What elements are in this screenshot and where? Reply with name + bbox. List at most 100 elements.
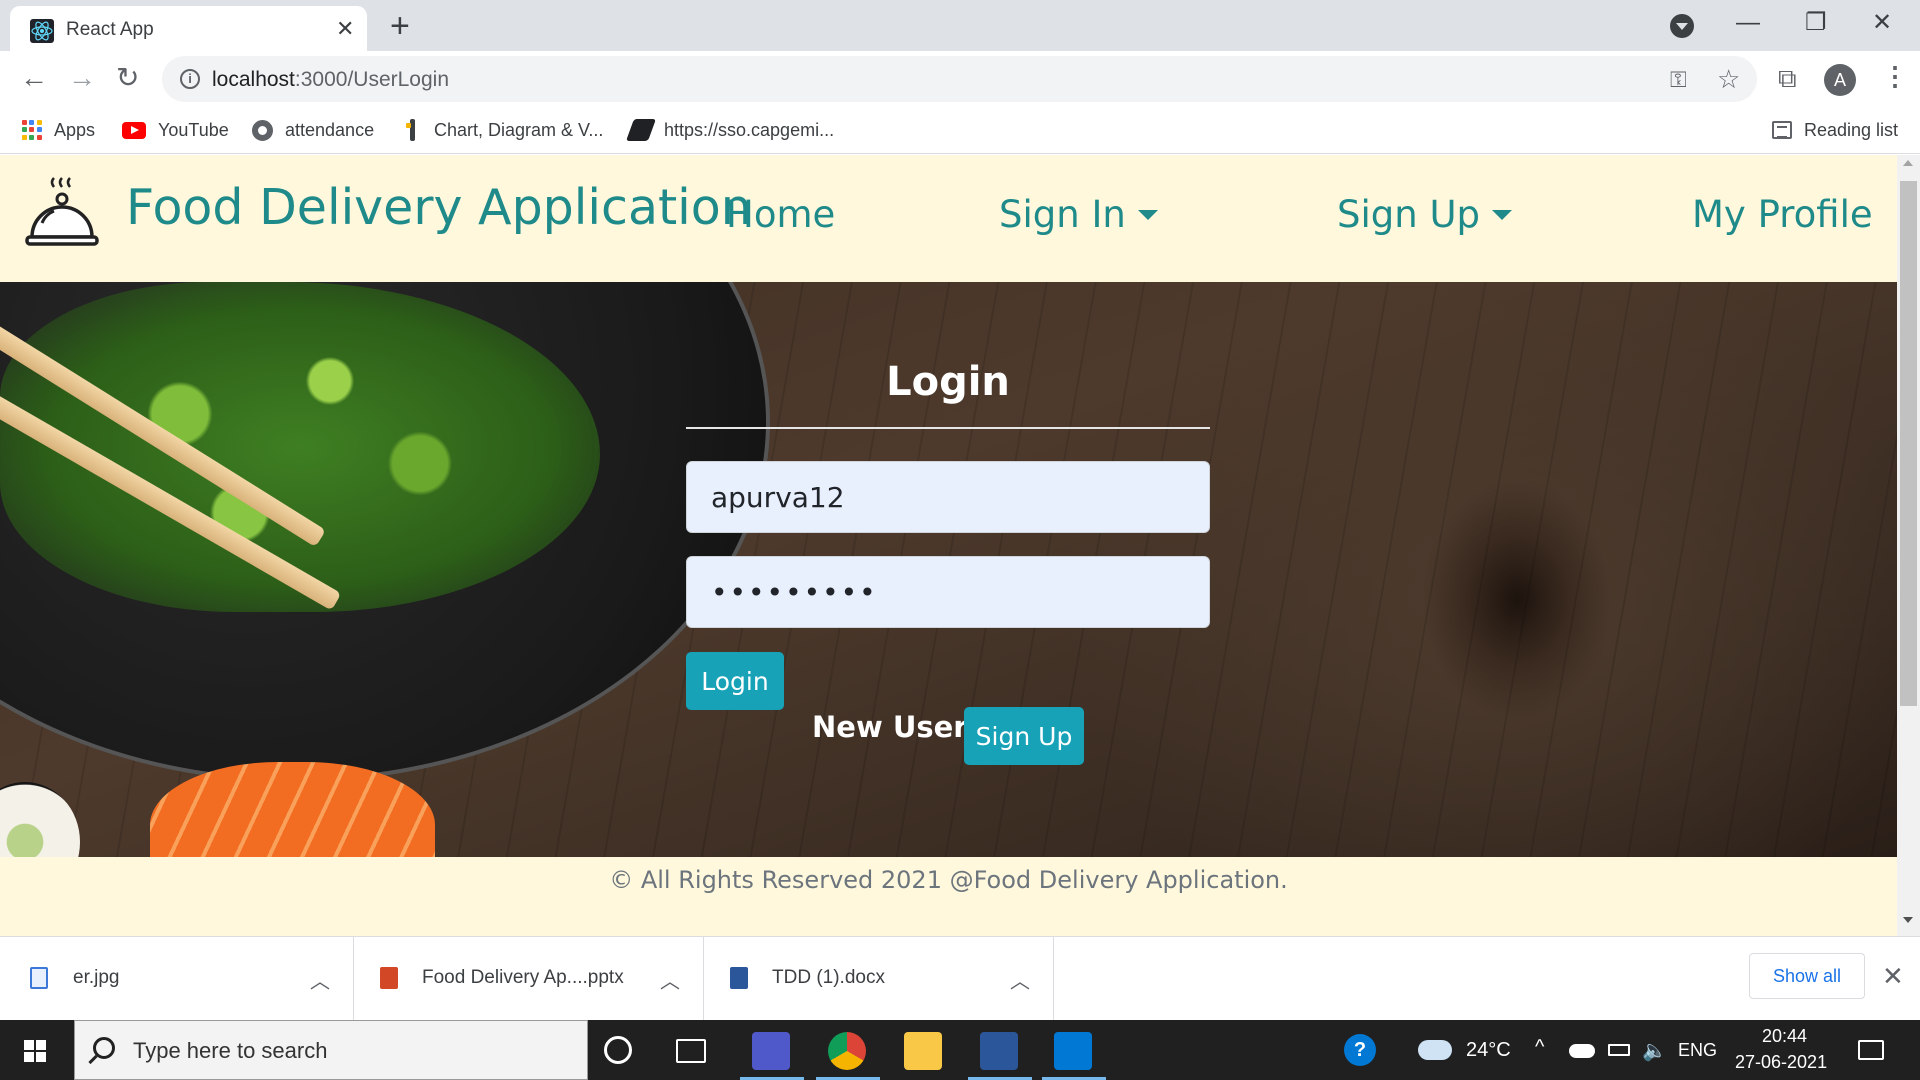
minimize-icon[interactable]: — [1736, 8, 1760, 38]
vscode-icon[interactable] [1054, 1032, 1092, 1070]
login-heading: Login [886, 359, 1010, 405]
page-viewport: Food Delivery Application Home Sign In S… [0, 155, 1897, 936]
bookmark-label: YouTube [158, 119, 229, 140]
windows-taskbar: Type here to search ? 24°C ^ 🔈 ENG 20:44… [0, 1020, 1920, 1080]
nav-sign-in-label: Sign In [999, 193, 1126, 236]
globe-icon [252, 119, 273, 141]
window-close-icon[interactable]: ✕ [1872, 8, 1892, 38]
chrome-menu-icon[interactable]: ⋮ [1882, 61, 1908, 92]
download-item[interactable]: TDD (1).docx ︿ [704, 937, 1054, 1021]
username-input[interactable] [686, 461, 1210, 533]
brand-name[interactable]: Food Delivery Application [126, 179, 752, 236]
nav-my-profile[interactable]: My Profile [1692, 193, 1873, 236]
bookmark-label: Apps [54, 119, 96, 140]
password-input[interactable] [686, 556, 1210, 628]
tab-title: React App [66, 19, 154, 40]
new-tab-icon[interactable]: + [390, 6, 410, 46]
bookmark-label: Chart, Diagram & V... [434, 119, 604, 140]
bookmark-apps[interactable]: Apps [22, 115, 95, 145]
scroll-up-icon[interactable] [1903, 160, 1913, 166]
tray-chevron-icon[interactable]: ^ [1535, 1036, 1544, 1059]
task-view-icon[interactable] [676, 1039, 706, 1063]
url-text[interactable]: localhost:3000/UserLogin [212, 68, 449, 92]
weather-temp[interactable]: 24°C [1466, 1039, 1511, 1062]
profile-avatar[interactable]: A [1824, 64, 1856, 96]
restore-icon[interactable]: ❐ [1805, 8, 1827, 38]
word-icon[interactable] [980, 1032, 1018, 1070]
youtube-icon [122, 121, 146, 139]
url-host: localhost [212, 68, 295, 91]
forward-icon[interactable]: → [68, 61, 96, 95]
caret-down-icon [1137, 209, 1158, 220]
page-footer: © All Rights Reserved 2021 @Food Deliver… [0, 857, 1897, 936]
close-tab-icon[interactable]: ✕ [336, 16, 354, 42]
app-navbar: Food Delivery Application Home Sign In S… [0, 155, 1897, 282]
clock-date[interactable]: 27-06-2021 [1735, 1052, 1827, 1073]
page-scrollbar[interactable] [1897, 155, 1920, 936]
nav-sign-up-dropdown[interactable]: Sign Up [1337, 193, 1513, 236]
site-info-icon[interactable]: i [180, 69, 200, 89]
apps-grid-icon [22, 120, 42, 140]
login-button[interactable]: Login [686, 652, 784, 710]
show-all-button[interactable]: Show all [1749, 953, 1865, 999]
download-item[interactable]: Food Delivery Ap....pptx ︿ [354, 937, 704, 1021]
battery-icon[interactable] [1608, 1044, 1630, 1056]
chevron-up-icon[interactable]: ︿ [660, 965, 680, 994]
notifications-icon[interactable] [1858, 1040, 1884, 1060]
file-explorer-icon[interactable] [904, 1032, 942, 1070]
clock-time[interactable]: 20:44 [1762, 1026, 1807, 1047]
bookmarks-bar: Apps YouTube attendance Chart, Diagram &… [0, 107, 1920, 154]
search-placeholder: Type here to search [133, 1038, 328, 1063]
download-item[interactable]: er.jpg ︿ [0, 937, 354, 1021]
bookmark-chart-diagram[interactable]: Chart, Diagram & V... [402, 115, 603, 145]
browser-tab[interactable]: React App ✕ [10, 6, 367, 51]
react-logo-icon [30, 19, 54, 43]
back-icon[interactable]: ← [20, 61, 48, 95]
onedrive-icon[interactable] [1569, 1044, 1595, 1058]
download-filename: er.jpg [73, 967, 120, 988]
download-filename: Food Delivery Ap....pptx [422, 967, 624, 988]
food-cloche-logo-icon[interactable] [24, 177, 100, 253]
reading-list-label: Reading list [1804, 119, 1899, 140]
teams-icon[interactable] [752, 1032, 790, 1070]
bookmark-youtube[interactable]: YouTube [122, 115, 229, 145]
footer-copyright: © All Rights Reserved 2021 @Food Deliver… [609, 866, 1288, 894]
reload-icon[interactable]: ↻ [116, 61, 139, 95]
browser-toolbar: ← → ↻ i localhost:3000/UserLogin ⚿ ☆ ⧉ A… [0, 51, 1920, 107]
reading-list[interactable]: Reading list [1772, 115, 1898, 145]
search-icon [93, 1037, 115, 1059]
image-file-icon [30, 967, 48, 989]
weather-cloud-icon[interactable] [1418, 1040, 1452, 1060]
password-key-icon[interactable]: ⚿ [1670, 67, 1687, 93]
volume-icon[interactable]: 🔈 [1642, 1038, 1667, 1063]
chrome-icon[interactable] [828, 1032, 866, 1070]
scroll-thumb[interactable] [1900, 181, 1917, 706]
extensions-icon[interactable]: ⧉ [1778, 63, 1797, 95]
bookmark-attendance[interactable]: attendance [252, 115, 374, 145]
chevron-up-icon[interactable]: ︿ [1010, 965, 1030, 994]
taskbar-search-box[interactable]: Type here to search [74, 1020, 588, 1080]
nav-home[interactable]: Home [726, 193, 835, 236]
sso-icon [625, 119, 657, 141]
chevron-up-icon[interactable]: ︿ [310, 965, 330, 994]
scroll-down-icon[interactable] [1903, 917, 1913, 923]
help-icon[interactable]: ? [1344, 1034, 1376, 1066]
bookmark-star-icon[interactable]: ☆ [1717, 64, 1740, 95]
nav-sign-in-dropdown[interactable]: Sign In [999, 193, 1158, 236]
bookmark-label: attendance [285, 119, 375, 140]
cortana-icon[interactable] [604, 1036, 632, 1064]
close-shelf-icon[interactable]: ✕ [1882, 961, 1904, 992]
signup-button[interactable]: Sign Up [964, 707, 1084, 765]
new-user-label: New User? [812, 710, 985, 744]
address-bar[interactable]: i localhost:3000/UserLogin ⚿ ☆ [162, 56, 1757, 102]
windows-start-icon[interactable] [24, 1040, 46, 1062]
language-indicator[interactable]: ENG [1678, 1040, 1717, 1061]
download-filename: TDD (1).docx [772, 967, 885, 988]
bookmark-sso[interactable]: https://sso.capgemi... [625, 115, 834, 145]
login-divider [686, 427, 1210, 429]
reading-list-icon [1772, 121, 1792, 139]
tab-search-icon[interactable] [1670, 14, 1694, 38]
caret-down-icon [1492, 209, 1513, 220]
downloads-shelf: er.jpg ︿ Food Delivery Ap....pptx ︿ TDD … [0, 936, 1920, 1021]
url-path: :3000/UserLogin [294, 68, 449, 91]
